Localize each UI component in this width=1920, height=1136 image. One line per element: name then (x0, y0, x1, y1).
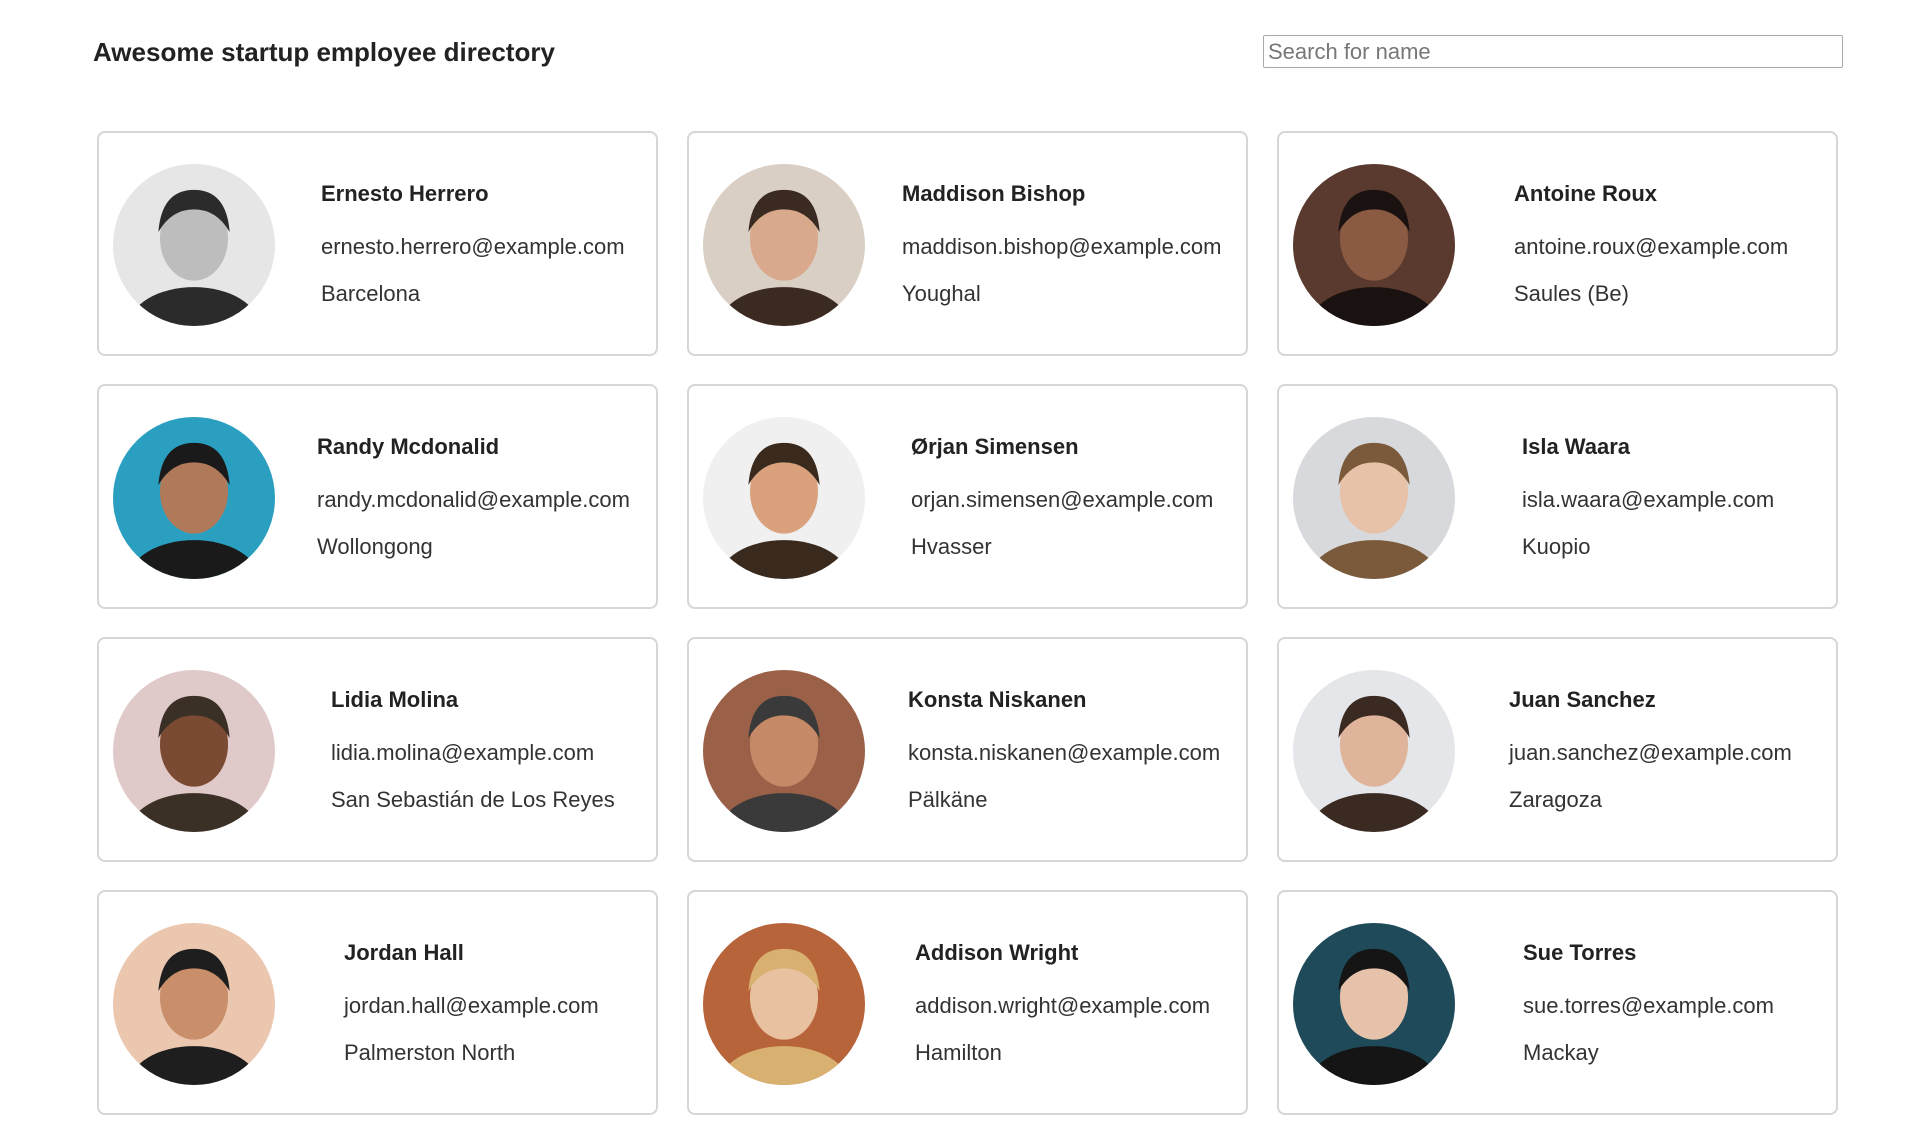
employee-grid: Ernesto Herrero ernesto.herrero@example.c… (97, 131, 1838, 1115)
avatar (113, 923, 275, 1085)
avatar-photo (703, 164, 865, 326)
employee-info: Ernesto Herrero ernesto.herrero@example.c… (321, 180, 625, 308)
employee-name: Lidia Molina (331, 687, 459, 712)
employee-info: Randy Mcdonalid randy.mcdonalid@example.c… (317, 433, 630, 561)
employee-city: Pälkäne (908, 787, 988, 812)
employee-city: Zaragoza (1509, 787, 1602, 812)
avatar-photo (113, 670, 275, 832)
avatar (1293, 417, 1455, 579)
employee-name: Sue Torres (1523, 940, 1637, 965)
employee-name: Konsta Niskanen (908, 687, 1087, 712)
employee-name: Juan Sanchez (1509, 687, 1656, 712)
employee-name: Ernesto Herrero (321, 181, 489, 206)
avatar-photo (1293, 923, 1455, 1085)
page: Awesome startup employee directory Ernes… (0, 0, 1920, 1136)
employee-city: Mackay (1523, 1040, 1599, 1065)
employee-email: konsta.niskanen@example.com (908, 740, 1221, 765)
page-title: Awesome startup employee directory (93, 37, 555, 67)
employee-card[interactable]: Lidia Molina lidia.molina@example.com San … (97, 637, 658, 862)
employee-email: isla.waara@example.com (1522, 487, 1775, 512)
header: Awesome startup employee directory (93, 35, 1843, 75)
avatar-photo (1293, 417, 1455, 579)
employee-city: San Sebastián de Los Reyes (331, 787, 615, 812)
avatar (703, 164, 865, 326)
employee-name: Randy Mcdonalid (317, 434, 500, 459)
employee-info: Addison Wright addison.wright@example.com… (915, 939, 1210, 1067)
employee-email: addison.wright@example.com (915, 993, 1211, 1018)
employee-info: Maddison Bishop maddison.bishop@example.c… (902, 180, 1222, 308)
employee-city: Wollongong (317, 534, 433, 559)
employee-city: Palmerston North (344, 1040, 516, 1065)
employee-info: Juan Sanchez juan.sanchez@example.com Zara… (1509, 686, 1792, 814)
employee-email: lidia.molina@example.com (331, 740, 595, 765)
avatar (703, 923, 865, 1085)
employee-name: Ørjan Simensen (911, 434, 1079, 459)
employee-city: Saules (Be) (1514, 281, 1629, 306)
employee-email: orjan.simensen@example.com (911, 487, 1214, 512)
employee-name: Addison Wright (915, 940, 1079, 965)
employee-card[interactable]: Ørjan Simensen orjan.simensen@example.com… (687, 384, 1248, 609)
employee-city: Hvasser (911, 534, 992, 559)
avatar-photo (703, 417, 865, 579)
employee-email: randy.mcdonalid@example.com (317, 487, 630, 512)
employee-card[interactable]: Randy Mcdonalid randy.mcdonalid@example.c… (97, 384, 658, 609)
employee-card[interactable]: Juan Sanchez juan.sanchez@example.com Zara… (1277, 637, 1838, 862)
employee-info: Antoine Roux antoine.roux@example.com Saul… (1514, 180, 1788, 308)
avatar (1293, 670, 1455, 832)
employee-name: Isla Waara (1522, 434, 1631, 459)
avatar (113, 417, 275, 579)
employee-city: Kuopio (1522, 534, 1591, 559)
employee-info: Jordan Hall jordan.hall@example.com Palmer… (344, 939, 599, 1067)
employee-card[interactable]: Maddison Bishop maddison.bishop@example.c… (687, 131, 1248, 356)
employee-card[interactable]: Sue Torres sue.torres@example.com Mackay (1277, 890, 1838, 1115)
employee-info: Konsta Niskanen konsta.niskanen@example.c… (908, 686, 1220, 814)
avatar-photo (703, 923, 865, 1085)
employee-email: sue.torres@example.com (1523, 993, 1774, 1018)
employee-city: Hamilton (915, 1040, 1002, 1065)
employee-email: jordan.hall@example.com (344, 993, 599, 1018)
employee-info: Isla Waara isla.waara@example.com Kuopio (1522, 433, 1774, 561)
employee-card[interactable]: Isla Waara isla.waara@example.com Kuopio (1277, 384, 1838, 609)
employee-card[interactable]: Ernesto Herrero ernesto.herrero@example.c… (97, 131, 658, 356)
employee-email: maddison.bishop@example.com (902, 234, 1222, 259)
employee-card[interactable]: Jordan Hall jordan.hall@example.com Palmer… (97, 890, 658, 1115)
employee-info: Lidia Molina lidia.molina@example.com San … (331, 686, 615, 814)
avatar-photo (703, 670, 865, 832)
employee-info: Sue Torres sue.torres@example.com Mackay (1523, 939, 1774, 1067)
employee-card[interactable]: Addison Wright addison.wright@example.com… (687, 890, 1248, 1115)
employee-city: Barcelona (321, 281, 421, 306)
employee-name: Antoine Roux (1514, 181, 1657, 206)
search-input[interactable] (1263, 35, 1843, 68)
employee-email: juan.sanchez@example.com (1509, 740, 1792, 765)
employee-name: Maddison Bishop (902, 181, 1086, 206)
avatar-photo (113, 923, 275, 1085)
avatar-photo (113, 417, 275, 579)
employee-card[interactable]: Antoine Roux antoine.roux@example.com Saul… (1277, 131, 1838, 356)
avatar-photo (113, 164, 275, 326)
avatar (1293, 923, 1455, 1085)
avatar-photo (1293, 670, 1455, 832)
avatar (113, 670, 275, 832)
avatar (703, 670, 865, 832)
avatar (113, 164, 275, 326)
avatar-photo (1293, 164, 1455, 326)
employee-info: Ørjan Simensen orjan.simensen@example.com… (911, 433, 1213, 561)
avatar (1293, 164, 1455, 326)
employee-email: antoine.roux@example.com (1514, 234, 1789, 259)
avatar (703, 417, 865, 579)
employee-card[interactable]: Konsta Niskanen konsta.niskanen@example.c… (687, 637, 1248, 862)
employee-name: Jordan Hall (344, 940, 464, 965)
employee-city: Youghal (902, 281, 981, 306)
employee-email: ernesto.herrero@example.com (321, 234, 625, 259)
